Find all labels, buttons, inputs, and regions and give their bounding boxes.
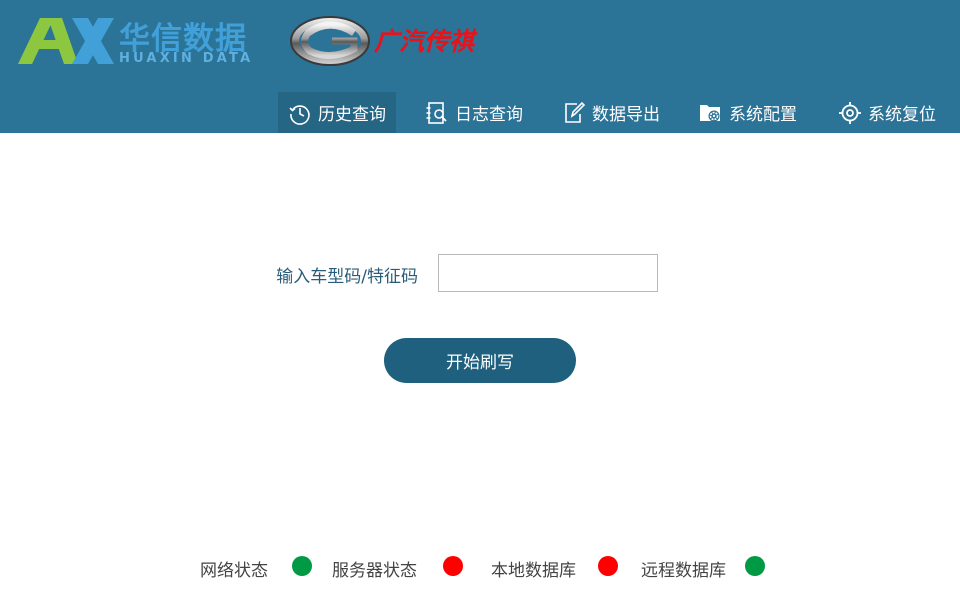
nav-label-data-export: 数据导出 — [592, 105, 660, 125]
app-header: 华信数据 HUAXIN DATA 广汽传祺 历史查询 日志查询 数据导出 系统配… — [0, 0, 960, 133]
nav-label-log-query: 日志查询 — [455, 105, 523, 125]
target-reset-icon — [839, 101, 861, 124]
nav-label-system-reset: 系统复位 — [868, 105, 936, 125]
export-icon — [565, 101, 586, 123]
start-flash-button[interactable]: 开始刷写 — [384, 338, 576, 383]
log-search-icon — [426, 101, 447, 124]
nav-item-history[interactable]: 历史查询 — [278, 92, 396, 133]
network-status-label: 网络状态 — [200, 561, 268, 581]
local-db-status-indicator — [598, 556, 618, 576]
gac-emblem-icon — [290, 16, 370, 66]
brand-name-en: HUAXIN DATA — [119, 51, 254, 66]
nav-item-system-config[interactable]: 系统配置 — [699, 92, 797, 133]
hx-logo-mark-icon — [18, 18, 114, 64]
remote-db-status-indicator — [745, 556, 765, 576]
network-status-indicator — [292, 556, 312, 576]
server-status-label: 服务器状态 — [332, 561, 417, 581]
local-db-status-label: 本地数据库 — [491, 561, 576, 581]
history-icon — [289, 104, 310, 125]
nav-item-log-query[interactable]: 日志查询 — [425, 92, 523, 133]
nav-item-data-export[interactable]: 数据导出 — [562, 92, 660, 133]
nav-item-system-reset[interactable]: 系统复位 — [838, 92, 936, 133]
remote-db-status-label: 远程数据库 — [641, 561, 726, 581]
status-bar: 网络状态 服务器状态 本地数据库 远程数据库 — [0, 550, 960, 586]
server-status-indicator — [443, 556, 463, 576]
vehicle-code-input[interactable] — [438, 254, 658, 292]
partner-name-cn: 广汽传祺 — [374, 27, 475, 56]
folder-gear-icon — [700, 104, 720, 121]
nav-label-history: 历史查询 — [318, 105, 386, 125]
gac-trumpchi-logo: 广汽传祺 — [290, 15, 530, 67]
vehicle-code-label: 输入车型码/特征码 — [276, 267, 418, 287]
main-nav: 历史查询 日志查询 数据导出 系统配置 系统复位 — [278, 92, 960, 133]
nav-label-system-config: 系统配置 — [729, 105, 797, 125]
huaxin-data-logo: 华信数据 HUAXIN DATA — [18, 14, 250, 70]
